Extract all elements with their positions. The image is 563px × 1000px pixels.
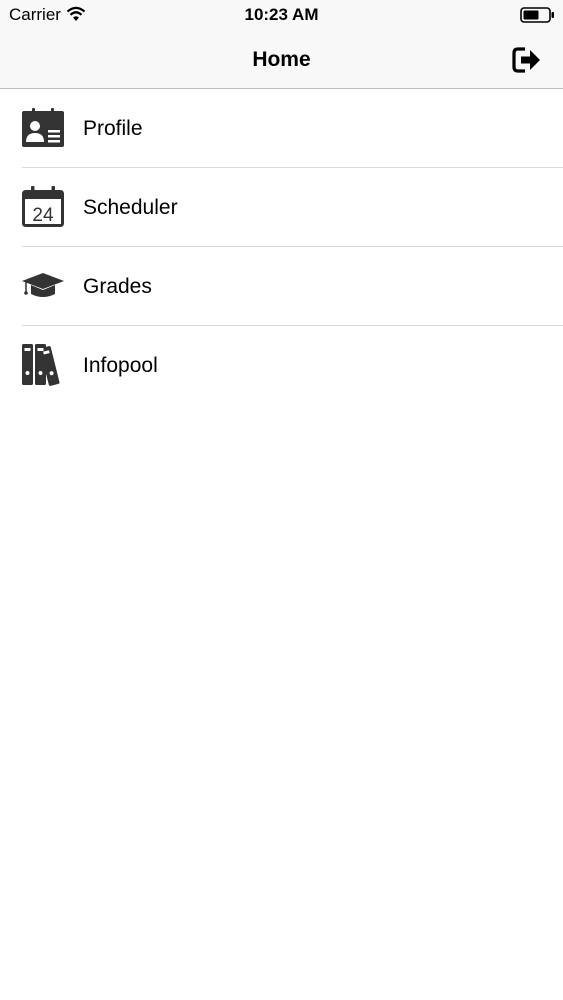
battery-icon [520, 7, 554, 23]
binders-icon [22, 344, 60, 386]
calendar-icon: 24 [22, 186, 64, 227]
navigation-bar: Home [0, 30, 563, 89]
menu-item-infopool[interactable]: Infopool [0, 326, 563, 405]
page-title: Home [252, 48, 311, 71]
menu-item-label: Profile [83, 117, 143, 140]
menu-item-label: Grades [83, 275, 152, 298]
graduation-cap-icon [22, 273, 64, 297]
svg-text:24: 24 [32, 205, 54, 226]
profile-card-icon [22, 108, 64, 147]
status-time: 10:23 AM [244, 5, 319, 24]
menu-item-label: Scheduler [83, 196, 178, 219]
status-bar: Carrier 10:23 AM [0, 0, 563, 30]
logout-icon[interactable] [512, 46, 542, 74]
home-menu-list: Profile 24 Scheduler Grades Infopool [0, 89, 563, 405]
menu-item-label: Infopool [83, 354, 158, 377]
menu-item-profile[interactable]: Profile [0, 89, 563, 168]
menu-item-scheduler[interactable]: 24 Scheduler [0, 168, 563, 247]
menu-item-grades[interactable]: Grades [0, 247, 563, 326]
